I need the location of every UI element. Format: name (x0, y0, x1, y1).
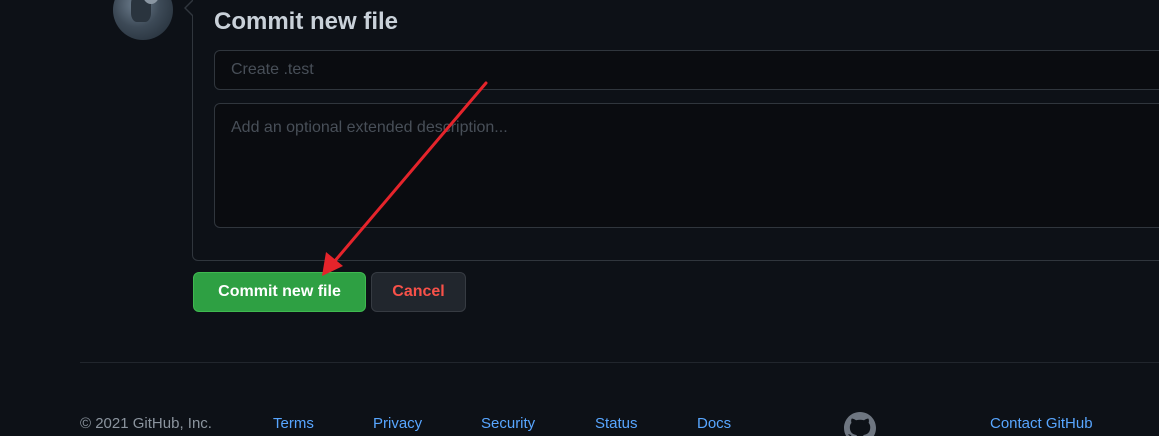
commit-new-file-button[interactable]: Commit new file (193, 272, 366, 312)
commit-description-input[interactable] (214, 103, 1159, 228)
commit-box-pointer-inner (186, 1, 193, 15)
footer-divider (80, 362, 1159, 363)
commit-form-title: Commit new file (214, 8, 399, 35)
commit-summary-input[interactable] (214, 50, 1159, 90)
footer-copyright: © 2021 GitHub, Inc. (80, 415, 212, 432)
cancel-button[interactable]: Cancel (371, 272, 466, 312)
github-mark-icon[interactable] (844, 412, 876, 436)
footer-link-security[interactable]: Security (481, 414, 535, 434)
commit-page: Commit new file Commit new file Cancel ©… (0, 0, 1159, 436)
footer-link-docs[interactable]: Docs (697, 414, 731, 434)
footer-link-status[interactable]: Status (595, 414, 638, 434)
footer-link-terms[interactable]: Terms (273, 414, 314, 434)
footer-link-contact[interactable]: Contact GitHub (990, 414, 1093, 434)
user-avatar[interactable] (113, 0, 173, 40)
footer-link-privacy[interactable]: Privacy (373, 414, 422, 434)
